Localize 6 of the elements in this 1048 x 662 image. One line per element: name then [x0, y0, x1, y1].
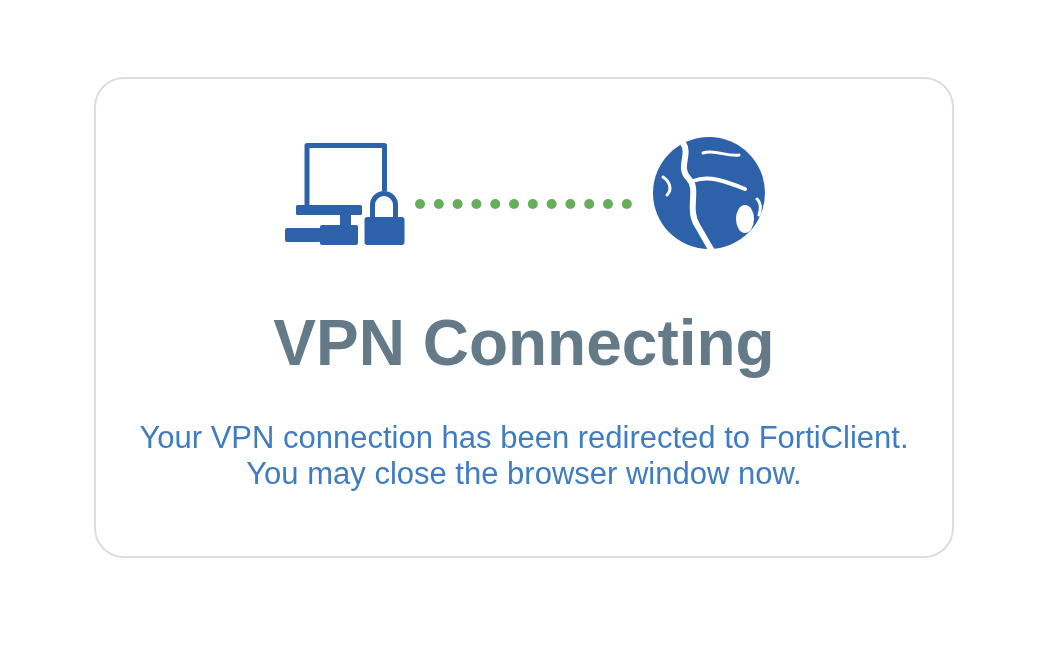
status-title: VPN Connecting: [273, 307, 775, 379]
status-message: Your VPN connection has been redirected to FortiClient.: [139, 420, 909, 456]
computer-lock-icon: [283, 143, 406, 246]
dotted-connector-icon: [414, 199, 632, 209]
globe-icon: [652, 137, 765, 249]
status-message: You may close the browser window now.: [246, 456, 802, 492]
